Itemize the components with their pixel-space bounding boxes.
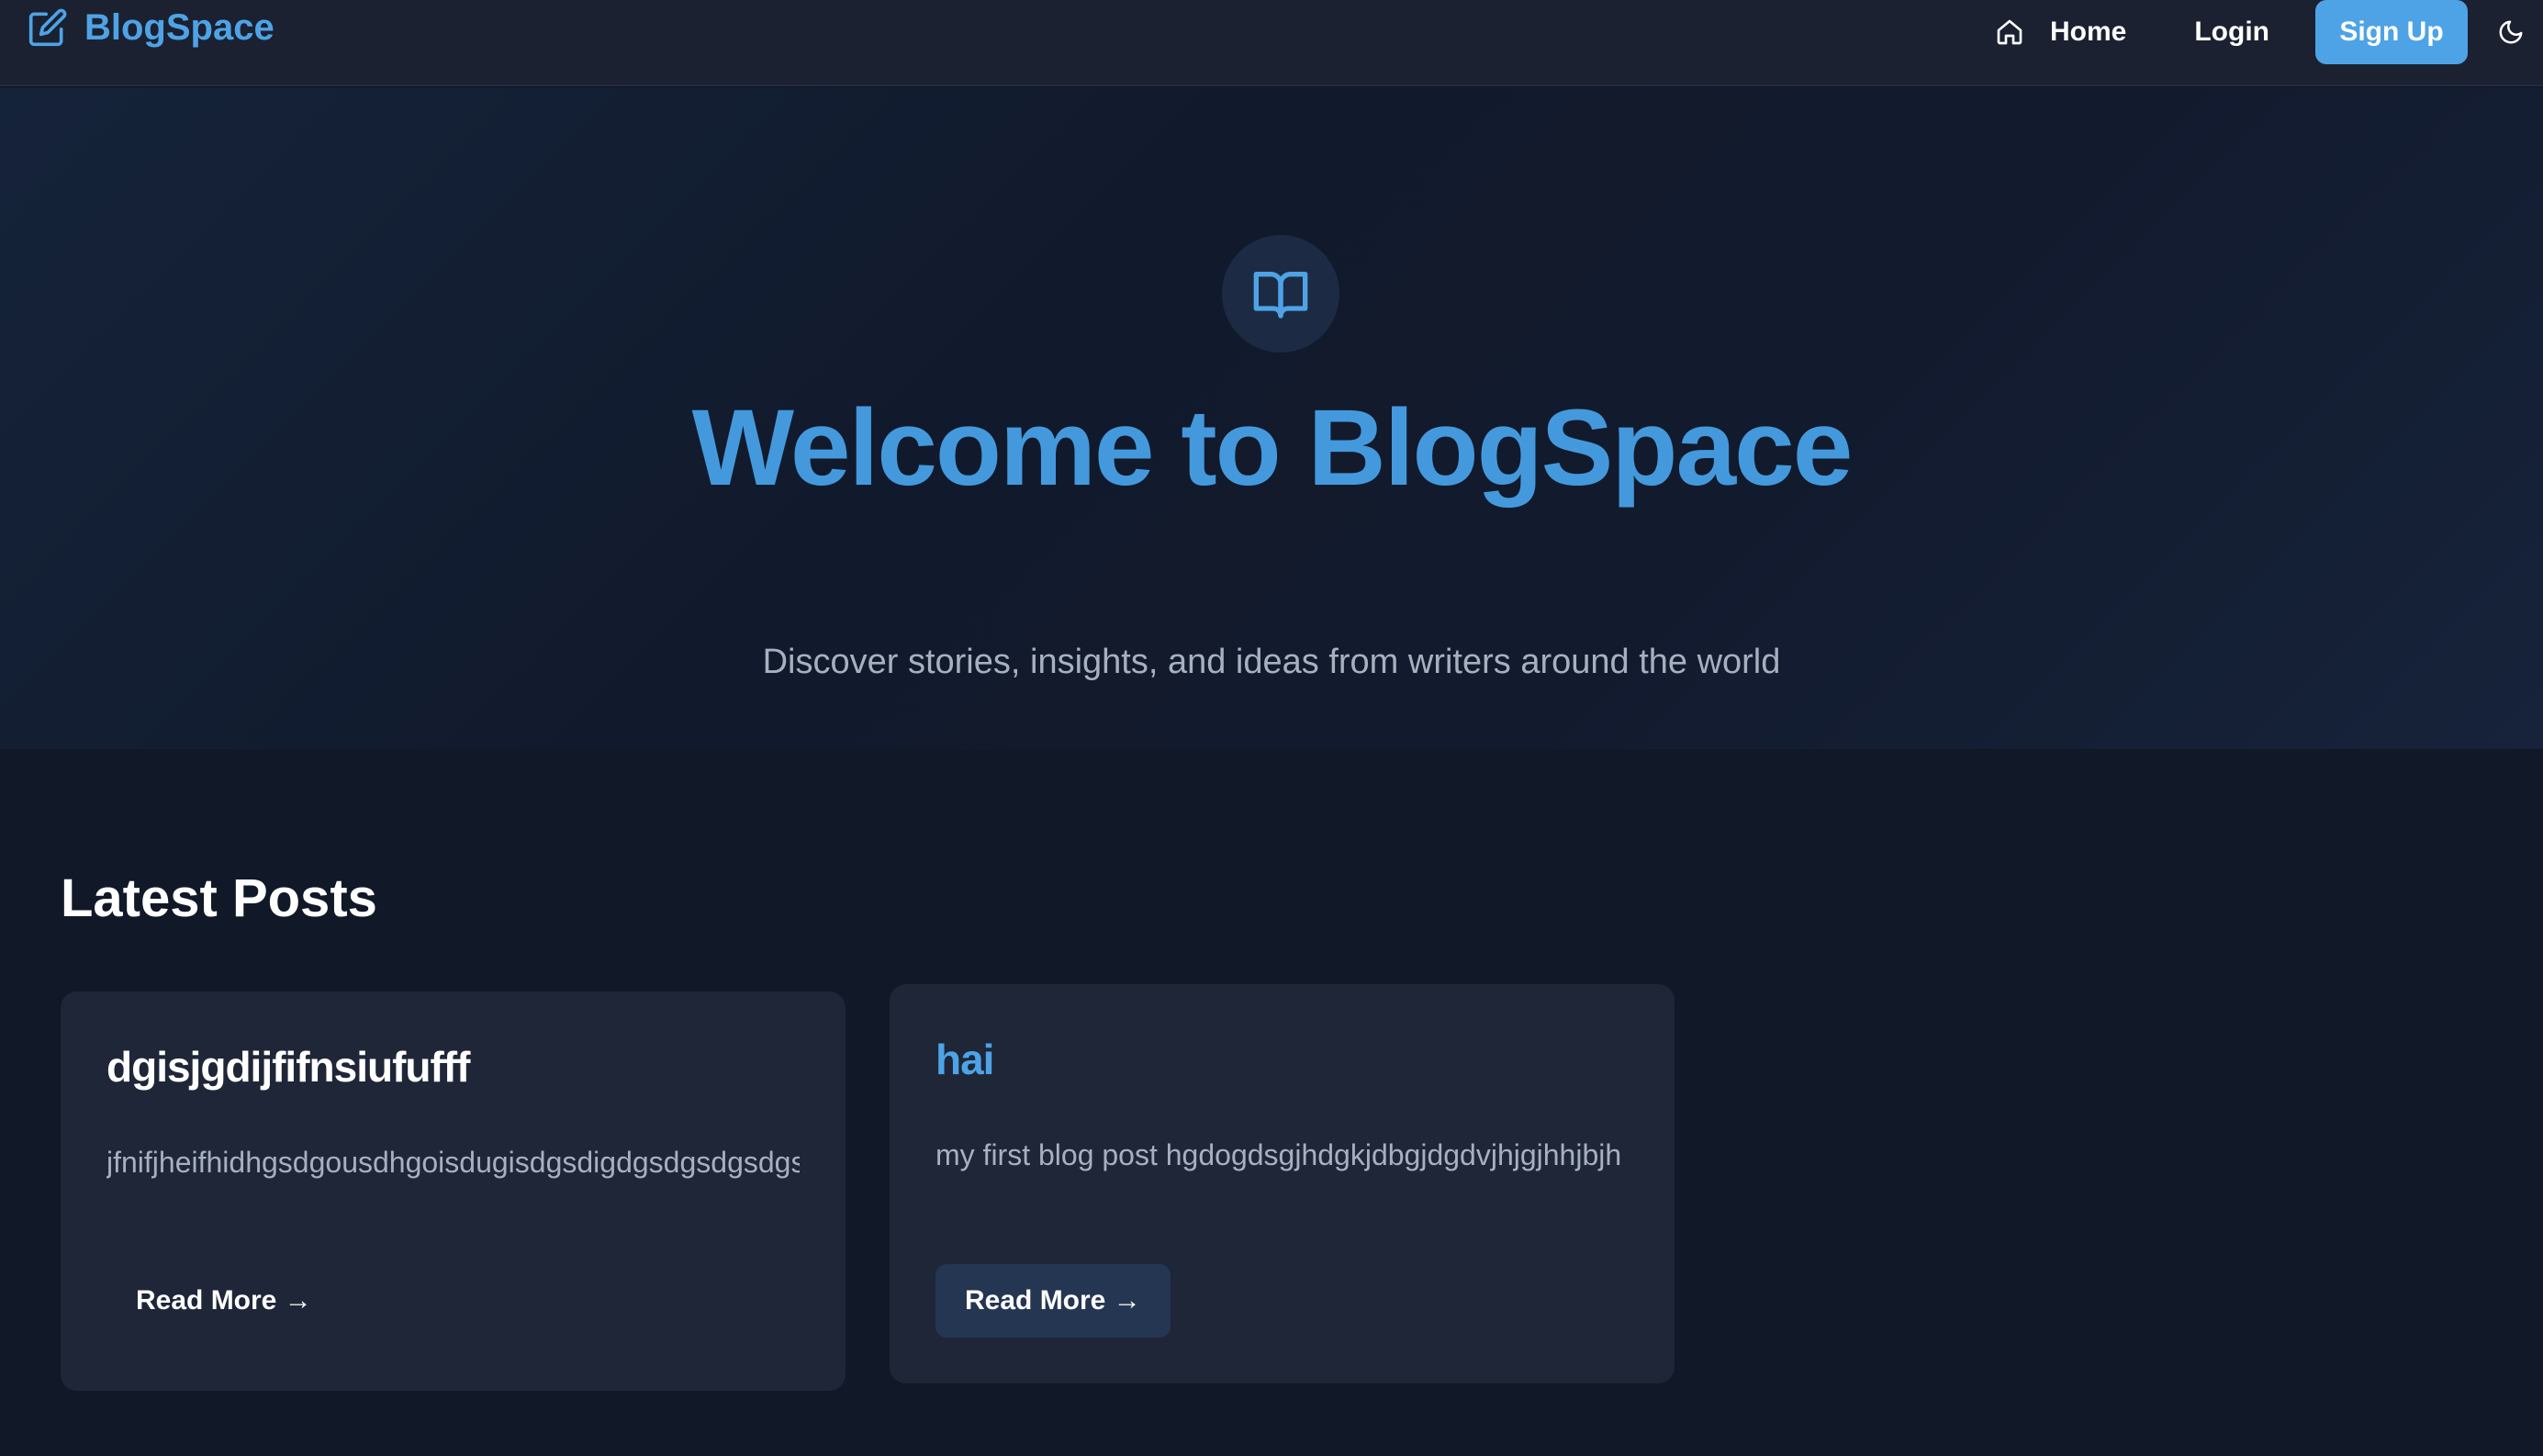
post-excerpt: jfnifjheifhidhgsdgousdhgoisdugisdgsdigdg… — [106, 1146, 800, 1179]
hero-icon-badge — [1222, 235, 1339, 353]
post-title[interactable]: hai — [935, 1032, 994, 1087]
post-excerpt: my first blog post hgdogdsgjhdgkjdbgjdgd… — [935, 1138, 1622, 1171]
hero-title: Welcome to BlogSpace — [691, 387, 1854, 509]
nav-login-label: Login — [2194, 17, 2269, 47]
theme-toggle-button[interactable] — [2479, 5, 2543, 60]
nav-menu: Home Login Sign Up — [1971, 0, 2543, 64]
post-card: dgisjgdijfifnsiufufff jfnifjheifhidhgsdg… — [61, 991, 846, 1391]
edit-square-icon — [28, 8, 67, 47]
brand-name: BlogSpace — [84, 6, 274, 48]
post-card: hai my first blog post hgdogdsgjhdgkjdbg… — [890, 984, 1675, 1383]
post-title[interactable]: dgisjgdijfifnsiufufff — [106, 1039, 470, 1094]
home-icon — [1997, 19, 2022, 45]
nav-login-link[interactable]: Login — [2170, 5, 2293, 60]
read-more-button[interactable]: Read More → — [935, 1264, 1171, 1338]
moon-icon — [2499, 20, 2523, 44]
nav-home-label: Home — [2050, 17, 2127, 47]
read-more-button[interactable]: Read More → — [106, 1264, 342, 1338]
brand-logo[interactable]: BlogSpace — [28, 0, 274, 55]
hero-subtitle: Discover stories, insights, and ideas fr… — [762, 643, 1781, 681]
navbar: BlogSpace Home Login Sign Up — [0, 0, 2543, 86]
nav-home-link[interactable]: Home — [1971, 5, 2150, 60]
signup-button[interactable]: Sign Up — [2315, 0, 2468, 64]
latest-posts-heading: Latest Posts — [61, 868, 377, 928]
hero-section: Welcome to BlogSpace Discover stories, i… — [0, 88, 2543, 749]
open-book-icon — [1253, 272, 1308, 319]
